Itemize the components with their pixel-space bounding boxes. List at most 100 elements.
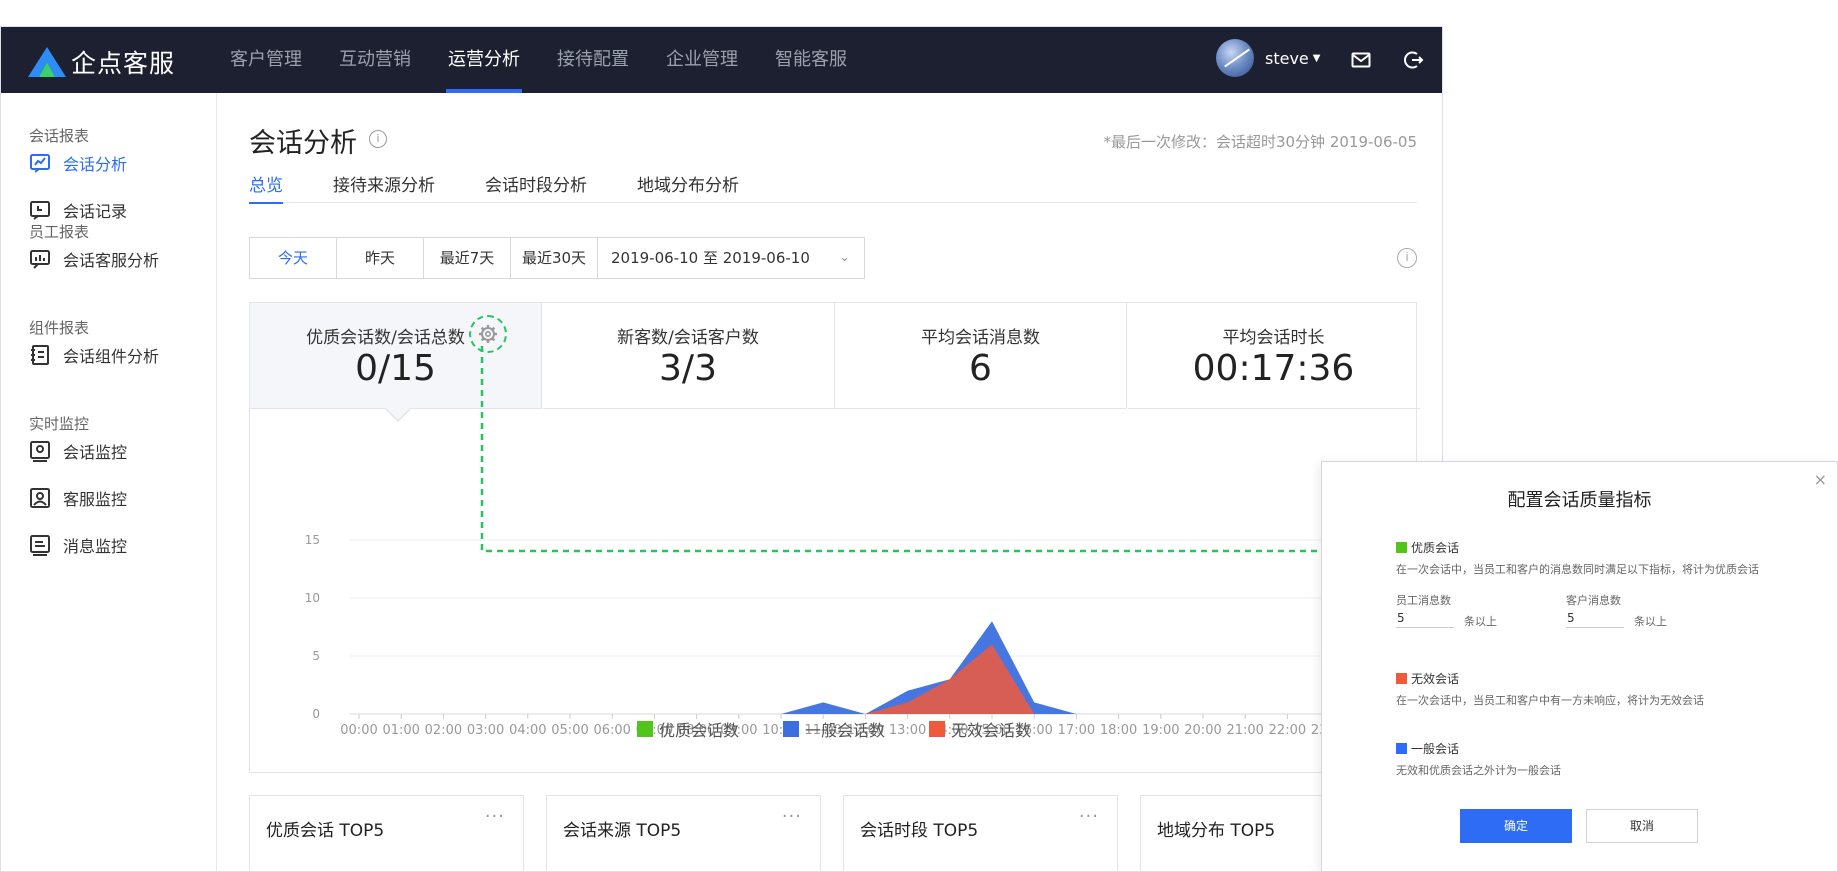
date-filter: 今天 昨天 最近7天 最近30天 2019-06-10 至 2019-06-10 ⌄ [249,237,865,279]
sidebar-item-icon [29,440,63,462]
legend-swatch [636,721,653,737]
normal-session-desc: 无效和优质会话之外计为一般会话 [1396,764,1561,777]
legend-swatch [929,721,945,737]
staff-msg-input[interactable] [1396,608,1454,628]
y-tick-label: 10 [305,591,320,605]
y-tick-label: 5 [312,649,320,663]
brand-logo-icon [28,47,66,77]
more-icon[interactable]: ··· [485,806,505,827]
caret-down-icon[interactable]: ▼ [1313,53,1321,64]
nav-item[interactable]: 客户管理 [214,27,318,93]
user-menu[interactable]: steve ▼ [1216,39,1320,77]
staff-msg-label: 员工消息数 [1396,594,1451,607]
tab[interactable]: 会话时段分析 [485,171,587,203]
nav-item[interactable]: 智能客服 [759,27,863,93]
area-series [359,644,1330,714]
normal-session-title: 一般会话 [1396,740,1459,757]
top-navbar: 企点客服 客户管理 互动营销 运营分析 接待配置 企业管理 智能客服 steve ▼ [1,27,1442,93]
normal-color-swatch [1396,743,1407,754]
sidebar-item[interactable]: 会话组件分析 [29,343,159,367]
date-quick-button[interactable]: 最近7天 [424,238,511,278]
mail-icon[interactable] [1348,47,1374,73]
user-name[interactable]: steve [1265,49,1309,68]
brand-name: 企点客服 [71,49,176,78]
legend-item[interactable]: 一般会话数 [782,717,885,741]
sidebar-group-title: 会话报表 [29,127,90,145]
invalid-session-desc: 在一次会话中，当员工和客户中有一方未响应，将计为无效会话 [1396,694,1704,707]
close-icon[interactable]: × [1814,470,1827,489]
sidebar-item-icon [29,152,63,174]
tab[interactable]: 总览 [249,171,283,204]
top5-card: 会话时段 TOP5 ··· [843,795,1118,871]
nav-item[interactable]: 运营分析 [432,27,536,93]
sidebar-item-label: 会话监控 [63,443,128,462]
confirm-button[interactable]: 确定 [1460,809,1572,843]
dialog-title: 配置会话质量指标 [1507,490,1652,511]
card-title: 地域分布 TOP5 [1157,821,1276,841]
normal-session-label: 一般会话 [1411,742,1460,756]
legend-label: 一般会话数 [804,721,885,740]
cancel-button[interactable]: 取消 [1586,809,1698,843]
info-icon[interactable]: i [369,130,387,148]
nav-item[interactable]: 接待配置 [541,27,645,93]
sidebar-item-icon [29,487,63,509]
sidebar-item[interactable]: 会话分析 [29,151,127,175]
stats-panel: 优质会话数/会话总数 0/15 新客数/会话客户数 3/3 平均会话消息数 6 平均会话时长… [249,302,1420,773]
legend-label: 无效会话数 [951,721,1032,740]
session-area-chart: 05101500:00 01:00 02:00 03:00 04:00 05:00 06:0… [305,533,1418,738]
tabs: 总览 接待来源分析 会话时段分析 地域分布分析 [249,171,1417,204]
chevron-down-icon[interactable]: ⌄ [839,238,850,278]
sidebar-item-icon [29,248,63,270]
area-series [359,621,1330,714]
top5-card: 会话来源 TOP5 ··· [546,795,821,871]
legend-item[interactable]: 优质会话数 [636,717,739,741]
sidebar-item-label: 会话分析 [63,155,128,174]
nav-item[interactable]: 互动营销 [323,27,427,93]
sidebar-item-icon [29,199,63,221]
sidebar-item-label: 会话记录 [63,202,128,221]
y-tick-label: 15 [305,533,320,547]
date-quick-button[interactable]: 最近30天 [511,238,598,278]
sidebar-item[interactable]: 客服监控 [29,486,127,510]
page-title: 会话分析 [249,128,357,159]
sidebar-item[interactable]: 会话记录 [29,198,127,222]
good-session-desc: 在一次会话中，当员工和客户的消息数同时满足以下指标，将计为优质会话 [1396,563,1759,576]
sidebar-item[interactable]: 会话监控 [29,439,127,463]
card-title: 优质会话 TOP5 [266,821,385,841]
sidebar-item[interactable]: 会话客服分析 [29,247,159,271]
nav-item[interactable]: 企业管理 [650,27,754,93]
customer-msg-label: 客户消息数 [1566,594,1621,607]
date-quick-buttons: 今天 昨天 最近7天 最近30天 [250,238,598,278]
sidebar-group-title: 实时监控 [29,415,90,433]
sidebar-item-label: 会话客服分析 [63,251,160,270]
info-icon[interactable]: i [1397,248,1417,268]
card-title: 会话时段 TOP5 [860,821,979,841]
brand-logo[interactable]: 企点客服 [27,44,175,80]
more-icon[interactable]: ··· [782,806,802,827]
app-window: 企点客服 客户管理 互动营销 运营分析 接待配置 企业管理 智能客服 steve ▼ 会话… [0,26,1443,872]
sidebar-item-label: 消息监控 [63,537,128,556]
sidebar-group-title: 组件报表 [29,319,90,337]
card-title: 会话来源 TOP5 [563,821,682,841]
tab[interactable]: 接待来源分析 [333,171,435,203]
invalid-color-swatch [1396,673,1407,684]
invalid-session-label: 无效会话 [1411,672,1460,686]
main-nav: 客户管理 互动营销 运营分析 接待配置 企业管理 智能客服 [214,27,868,93]
date-quick-button[interactable]: 昨天 [337,238,424,278]
invalid-session-title: 无效会话 [1396,670,1459,687]
chart-legend: 优质会话数 一般会话数 无效会话数 [250,717,1418,741]
date-range-picker[interactable]: 2019-06-10 至 2019-06-10 ⌄ [598,238,864,278]
customer-msg-input[interactable] [1566,608,1624,628]
logout-icon[interactable] [1401,47,1427,73]
quality-config-dialog: 配置会话质量指标 × 优质会话 在一次会话中，当员工和客户的消息数同时满足以下指… [1321,461,1838,872]
tab[interactable]: 地域分布分析 [637,171,739,203]
legend-swatch [782,721,799,737]
avatar[interactable] [1216,39,1254,77]
sidebar-item-label: 会话组件分析 [63,347,160,366]
sidebar-item-icon [29,534,63,556]
legend-item[interactable]: 无效会话数 [929,717,1031,741]
sidebar-item[interactable]: 消息监控 [29,533,127,557]
more-icon[interactable]: ··· [1079,806,1099,827]
date-quick-button[interactable]: 今天 [250,238,337,278]
top5-card: 优质会话 TOP5 ··· [249,795,524,871]
